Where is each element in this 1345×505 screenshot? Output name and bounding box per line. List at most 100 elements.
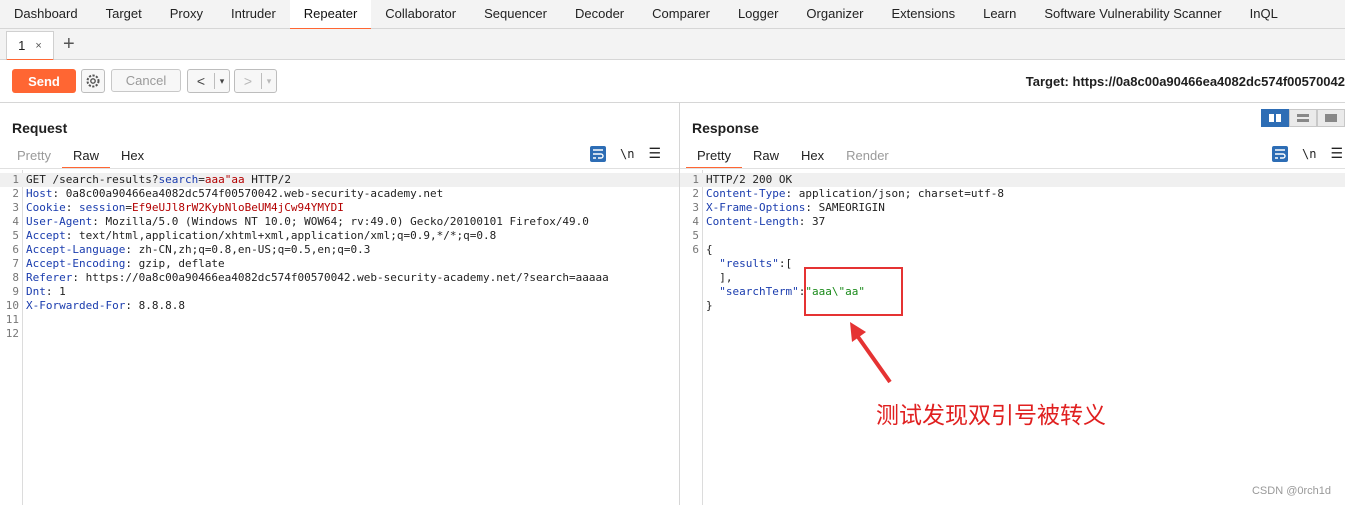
request-editor[interactable]: 1 GET /search-results?search=aaa"aa HTTP/… <box>0 170 679 505</box>
code-text: Host: 0a8c00a90466ea4082dc574f00570042.w… <box>26 187 443 201</box>
line-number: 12 <box>5 327 19 340</box>
annotation-text: 测试发现双引号被转义 <box>876 403 1106 429</box>
code-text: GET /search-results?search=aaa"aa HTTP/2 <box>26 173 291 187</box>
code-token: ], <box>706 271 733 284</box>
code-token: = <box>125 201 132 214</box>
gear-icon[interactable] <box>81 69 105 93</box>
code-line: } <box>680 299 1345 313</box>
code-token: Accept-Language <box>26 243 126 256</box>
wrap-lines-icon[interactable] <box>590 145 606 162</box>
code-line: 9 Dnt: 1 <box>0 285 679 299</box>
code-text: X-Forwarded-For: 8.8.8.8 <box>26 299 185 313</box>
tab-raw[interactable]: Raw <box>61 145 110 169</box>
code-line: 6{ <box>680 243 1345 257</box>
nav-inql[interactable]: InQL <box>1236 0 1292 28</box>
code-text: Content-Length: 37 <box>706 215 825 229</box>
code-token: User-Agent <box>26 215 93 228</box>
code-text: "results":[ <box>706 257 792 271</box>
code-token: = <box>198 173 205 186</box>
tab-raw[interactable]: Raw <box>742 145 790 167</box>
code-token: GET /search-results? <box>26 173 159 186</box>
code-text: } <box>706 299 713 313</box>
tab-pretty[interactable]: Pretty <box>6 145 62 167</box>
code-line: 1 GET /search-results?search=aaa"aa HTTP/… <box>0 173 679 187</box>
nav-intruder[interactable]: Intruder <box>217 0 290 28</box>
response-editor[interactable]: 1 HTTP/2 200 OK 2 Content-Type: application… <box>680 170 1345 505</box>
request-pane: Request Pretty Raw Hex \n ☰ 1 GET /search… <box>0 103 680 505</box>
newline-icon[interactable]: \n <box>620 147 634 161</box>
nav-decoder[interactable]: Decoder <box>561 0 638 28</box>
chevron-left-icon: < <box>188 73 215 89</box>
close-icon[interactable]: × <box>35 40 41 52</box>
code-line: 12 <box>0 327 679 341</box>
nav-target[interactable]: Target <box>92 0 156 28</box>
cancel-button[interactable]: Cancel <box>111 69 181 92</box>
forward-button[interactable]: > ▾ <box>234 69 277 93</box>
code-token: : https://0a8c00a90466ea4082dc574f005700… <box>72 271 609 284</box>
request-tabs: Pretty Raw Hex <box>6 145 155 169</box>
code-token: "searchTerm" <box>719 285 799 298</box>
tab-pretty[interactable]: Pretty <box>686 145 742 169</box>
code-token: search <box>158 173 199 186</box>
code-token: : <box>65 201 79 214</box>
split-vertical-icon[interactable] <box>1289 109 1317 127</box>
tab-render[interactable]: Render <box>835 145 900 167</box>
code-text: Accept-Language: zh-CN,zh;q=0.8,en-US;q=… <box>26 243 370 257</box>
add-tab-icon[interactable]: + <box>63 31 75 57</box>
nav-sequencer[interactable]: Sequencer <box>470 0 561 28</box>
chevron-down-icon[interactable]: ▾ <box>215 76 229 87</box>
code-token: : Mozilla/5.0 (Windows NT 10.0; WOW64; r… <box>92 215 589 228</box>
code-line: 8 Referer: https://0a8c00a90466ea4082dc57… <box>0 271 679 285</box>
split-horizontal-icon[interactable] <box>1261 109 1289 127</box>
code-token: Host <box>26 187 53 200</box>
code-text: Referer: https://0a8c00a90466ea4082dc574… <box>26 271 609 285</box>
line-number: 6 <box>692 243 699 256</box>
repeater-tab-label: 1 <box>18 38 26 53</box>
line-number: 2 <box>692 187 699 200</box>
nav-extensions[interactable]: Extensions <box>878 0 970 28</box>
chevron-down-icon[interactable]: ▾ <box>262 76 276 87</box>
request-editor-icons: \n ☰ <box>590 145 661 162</box>
menu-icon[interactable]: ☰ <box>1330 145 1343 162</box>
nav-comparer[interactable]: Comparer <box>638 0 724 28</box>
send-button[interactable]: Send <box>12 69 76 93</box>
tab-hex[interactable]: Hex <box>110 145 155 167</box>
nav-learn[interactable]: Learn <box>969 0 1030 28</box>
nav-organizer[interactable]: Organizer <box>792 0 877 28</box>
newline-icon[interactable]: \n <box>1302 147 1316 161</box>
menu-icon[interactable]: ☰ <box>648 145 661 162</box>
code-token: : application/json; charset=utf-8 <box>785 187 1005 200</box>
response-tabs: Pretty Raw Hex Render <box>686 145 900 169</box>
code-line: 5 <box>680 229 1345 243</box>
code-token: Cookie <box>26 201 66 214</box>
single-pane-icon[interactable] <box>1317 109 1345 127</box>
line-number: 5 <box>692 229 699 242</box>
code-line: 2 Content-Type: application/json; charset… <box>680 187 1345 201</box>
nav-software-vulnerability-scanner[interactable]: Software Vulnerability Scanner <box>1030 0 1235 28</box>
wrap-lines-icon[interactable] <box>1272 145 1288 162</box>
code-token: session <box>79 201 126 214</box>
nav-logger[interactable]: Logger <box>724 0 792 28</box>
code-token: Accept <box>26 229 66 242</box>
code-line: 1 HTTP/2 200 OK <box>680 173 1345 187</box>
code-token: Content-Type <box>706 187 786 200</box>
tab-hex[interactable]: Hex <box>790 145 835 167</box>
nav-dashboard[interactable]: Dashboard <box>0 0 92 28</box>
code-token: aaa"aa <box>204 173 245 186</box>
target-url[interactable]: Target: https://0a8c00a90466ea4082dc574f… <box>1026 74 1345 89</box>
code-line: "searchTerm":"aaa\"aa" <box>680 285 1345 299</box>
code-token: Dnt <box>26 285 46 298</box>
nav-repeater[interactable]: Repeater <box>289 0 372 30</box>
code-token: Content-Length <box>706 215 799 228</box>
response-pane: Response Pretty Raw Hex Render \n ☰ 1 HTT… <box>680 103 1345 505</box>
code-line: 4 User-Agent: Mozilla/5.0 (Windows NT 10.… <box>0 215 679 229</box>
nav-collaborator[interactable]: Collaborator <box>371 0 470 28</box>
back-button[interactable]: < ▾ <box>187 69 230 93</box>
repeater-tab-1[interactable]: 1 × <box>6 31 54 61</box>
code-line: 10 X-Forwarded-For: 8.8.8.8 <box>0 299 679 313</box>
code-text: User-Agent: Mozilla/5.0 (Windows NT 10.0… <box>26 215 589 229</box>
watermark: CSDN @0rch1d <box>1251 485 1331 497</box>
nav-proxy[interactable]: Proxy <box>156 0 217 28</box>
